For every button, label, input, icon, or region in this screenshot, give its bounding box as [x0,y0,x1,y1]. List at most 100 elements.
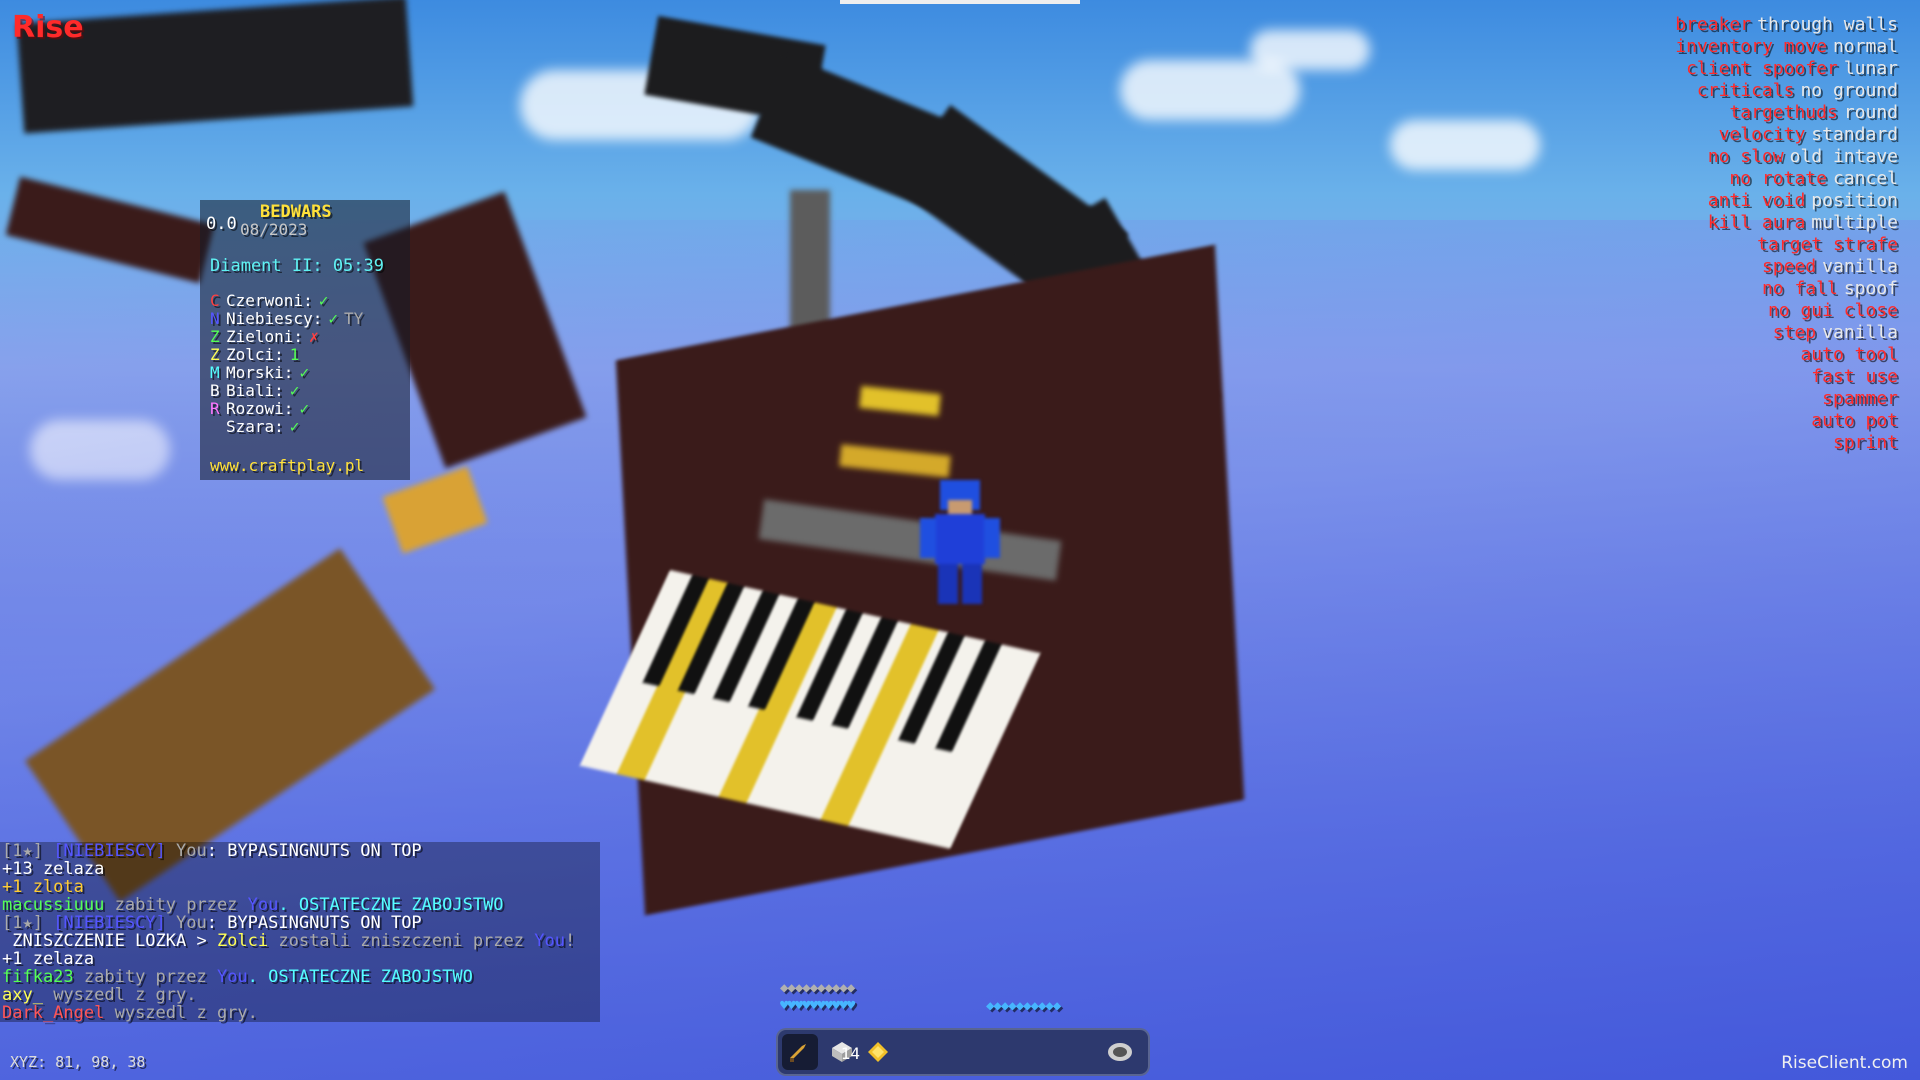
team-status: ✓ [299,363,310,382]
team-letter: B [210,381,220,400]
module-name: client spoofer [1686,58,1838,79]
module-entry: criticals no ground [1675,80,1898,102]
chat-segment: [NIEBIESCY] [53,913,177,933]
hotbar[interactable]: 14 [776,1028,1150,1076]
scoreboard-fps: 0.0 [206,214,237,234]
hotbar-slot-3[interactable] [860,1034,896,1070]
chat-segment: : BYPASINGNUTS ON TOP [206,841,422,861]
team-letter: N [210,309,220,328]
chat-segment: Zolci [216,931,269,951]
module-mode: lunar [1843,58,1898,79]
chat-segment: wyszedl z gry. [104,1003,258,1023]
module-entry: targethuds round [1675,102,1898,124]
chat-message: axy_ wyszedl z gry. [0,986,600,1004]
chat-segment: You [176,841,207,861]
module-entry: kill aura multiple [1675,212,1898,234]
chat-segment: : BYPASINGNUTS ON TOP [206,913,422,933]
hotbar-slot-9[interactable] [1102,1034,1138,1070]
chat-message: +13 zelaza [0,860,600,878]
scoreboard-date: 08/2023 [240,220,308,239]
module-mode: old intave [1789,146,1898,167]
chat-segment: +1 zlota [2,877,84,897]
team-name: Szara: [226,417,284,436]
chat-segment: [1★] [2,841,54,861]
module-name: no gui close [1767,300,1898,321]
chat-segment: macussiuuu [2,895,105,915]
gold-ingot-icon [868,1042,888,1062]
team-letter: Z [210,327,220,346]
module-mode: position [1811,190,1898,211]
chat-message: fifka23 zabity przez You. OSTATECZNE ZAB… [0,968,600,986]
module-name: breaker [1675,14,1752,35]
team-name: Czerwoni: [226,291,313,310]
module-mode: no ground [1800,80,1898,101]
chat-segment: Dark_Angel [2,1003,105,1023]
team-name: Morski: [226,363,294,382]
module-mode: vanilla [1822,322,1898,343]
team-name: Zolci: [226,345,284,364]
chat-message: +1 zelaza [0,950,600,968]
chat-segment: fifka23 [2,967,74,987]
module-name: velocity [1718,124,1806,145]
cloud [1250,30,1370,70]
module-mode: spoof [1843,278,1898,299]
scoreboard-title: BEDWARS [260,202,332,222]
team-status: ✓ [318,291,329,310]
chat-message: ZNISZCZENIE LOZKA > Zolci zostali zniszc… [0,932,600,950]
module-name: no fall [1761,278,1838,299]
chat-segment: axy_ [2,985,43,1005]
scoreboard-server-site: www.craftplay.pl [210,456,365,475]
hunger-bar: ◆◆◆◆◆◆◆◆◆◆ [986,998,1061,1014]
coordinates-readout: XYZ: 81, 98, 38 [10,1053,146,1071]
team-name: Niebiescy: [226,309,323,328]
team-letter: R [210,399,220,418]
game-viewport[interactable]: Rise 0.0 BEDWARS 08/2023 Diament II: 05:… [0,0,1920,1080]
team-name: Zieloni: [226,327,304,346]
scoreboard: 0.0 BEDWARS 08/2023 Diament II: 05:39 CC… [200,200,410,480]
hotbar-slot-1[interactable] [782,1034,818,1070]
player-character [920,480,1000,604]
chat-segment: [1★] [2,913,54,933]
module-name: targethuds [1729,102,1838,123]
chat-segment: ! [564,931,576,951]
team-status: ✓ [328,309,338,328]
chat-message: Dark_Angel wyszedl z gry. [0,1004,600,1022]
chat-segment: +1 zelaza [2,949,95,969]
client-logo: Rise [12,10,84,45]
health-bar: ♥♥♥♥♥♥♥♥♥♥ [780,998,855,1014]
module-name: no rotate [1729,168,1827,189]
module-name: fast use [1811,366,1898,387]
module-name: no slow [1707,146,1784,167]
chat-segment: You [247,895,279,915]
scoreboard-team-row: Z Zolci: 1 [210,346,363,364]
team-you-marker: TY [343,309,364,328]
chat-segment: . OSTATECZNE ZABOJSTWO [278,895,504,915]
chat-segment: [NIEBIESCY] [53,841,177,861]
hotbar-slot-2[interactable]: 14 [824,1034,860,1070]
module-mode: cancel [1832,168,1898,189]
chat-segment: You [216,967,248,987]
chat-segment: ZNISZCZENIE LOZKA > [2,931,217,951]
armor-bar: ◆◆◆◆◆◆◆◆◆◆ [780,980,855,996]
top-status-bar [840,0,1080,4]
chat-message: macussiuuu zabity przez You. OSTATECZNE … [0,896,600,914]
cloud [1390,120,1540,170]
module-entry: anti void position [1675,190,1898,212]
team-letter: C [210,291,220,310]
sword-icon [790,1044,806,1062]
module-entry: speed vanilla [1675,256,1898,278]
scoreboard-team-row: Szara: ✓ [210,418,363,436]
scoreboard-team-row: Z Zieloni: ✗ [210,328,363,346]
team-name: Biali: [226,381,284,400]
module-name: sprint [1832,432,1898,453]
module-name: auto pot [1811,410,1898,431]
chat-segment: You [176,913,207,933]
chat-message: [1★] [NIEBIESCY] You: BYPASINGNUTS ON TO… [0,914,600,932]
module-entry: velocity standard [1675,124,1898,146]
chat-segment: zabity przez [104,895,248,915]
module-mode: vanilla [1822,256,1898,277]
module-entry: inventory move normal [1675,36,1898,58]
module-entry: sprint [1675,432,1898,454]
chat-segment: zostali zniszczeni przez [268,931,535,951]
team-status: ✓ [299,399,310,418]
